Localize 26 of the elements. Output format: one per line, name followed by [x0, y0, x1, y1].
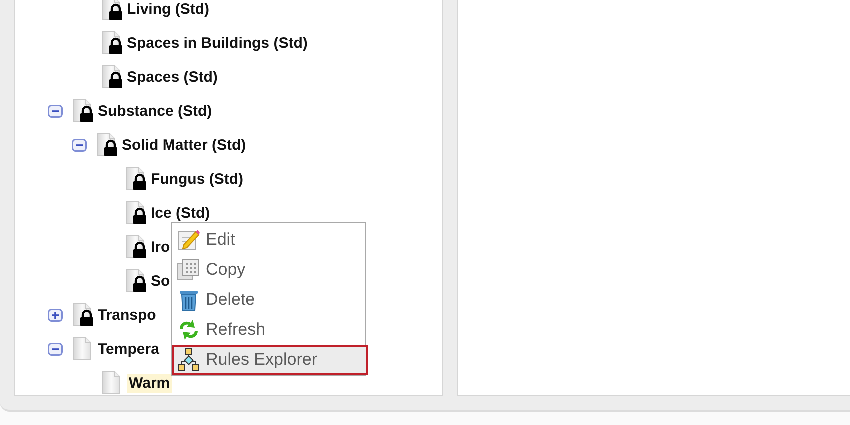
expand-icon[interactable] [48, 308, 63, 322]
tree-item-label[interactable]: Spaces in Buildings (Std) [127, 34, 308, 52]
tree-item-label[interactable]: Spaces (Std) [127, 68, 218, 86]
tree-item-label[interactable]: Transpo [98, 306, 156, 324]
menu-item[interactable]: Edit [172, 225, 365, 255]
collapse-icon[interactable] [48, 342, 63, 356]
collapse-icon[interactable] [48, 104, 63, 118]
pencil-notepad-icon [177, 228, 201, 252]
collapse-icon[interactable] [72, 138, 87, 152]
tree-item-label[interactable]: Fungus (Std) [151, 170, 244, 188]
tree-item-label[interactable]: Ice (Std) [151, 204, 210, 222]
menu-item[interactable]: Rules Explorer [172, 345, 368, 375]
tree-item-label[interactable]: So [151, 272, 170, 290]
trash-icon [177, 288, 201, 312]
tree-item-label[interactable]: Substance (Std) [98, 102, 212, 120]
refresh-icon [177, 318, 201, 342]
menu-item[interactable]: Delete [172, 285, 365, 315]
tree-item-label[interactable]: Warm [127, 374, 172, 392]
tree-item-label[interactable]: Tempera [98, 340, 160, 358]
hierarchy-icon [177, 348, 201, 372]
tree-item-label[interactable]: Living (Std) [127, 0, 210, 18]
tree-item-label[interactable]: Solid Matter (Std) [122, 136, 246, 154]
tree-item-label[interactable]: Iro [151, 238, 170, 256]
copy-icon [177, 258, 201, 282]
menu-item[interactable]: Copy [172, 255, 365, 285]
menu-item[interactable]: Refresh [172, 315, 365, 345]
